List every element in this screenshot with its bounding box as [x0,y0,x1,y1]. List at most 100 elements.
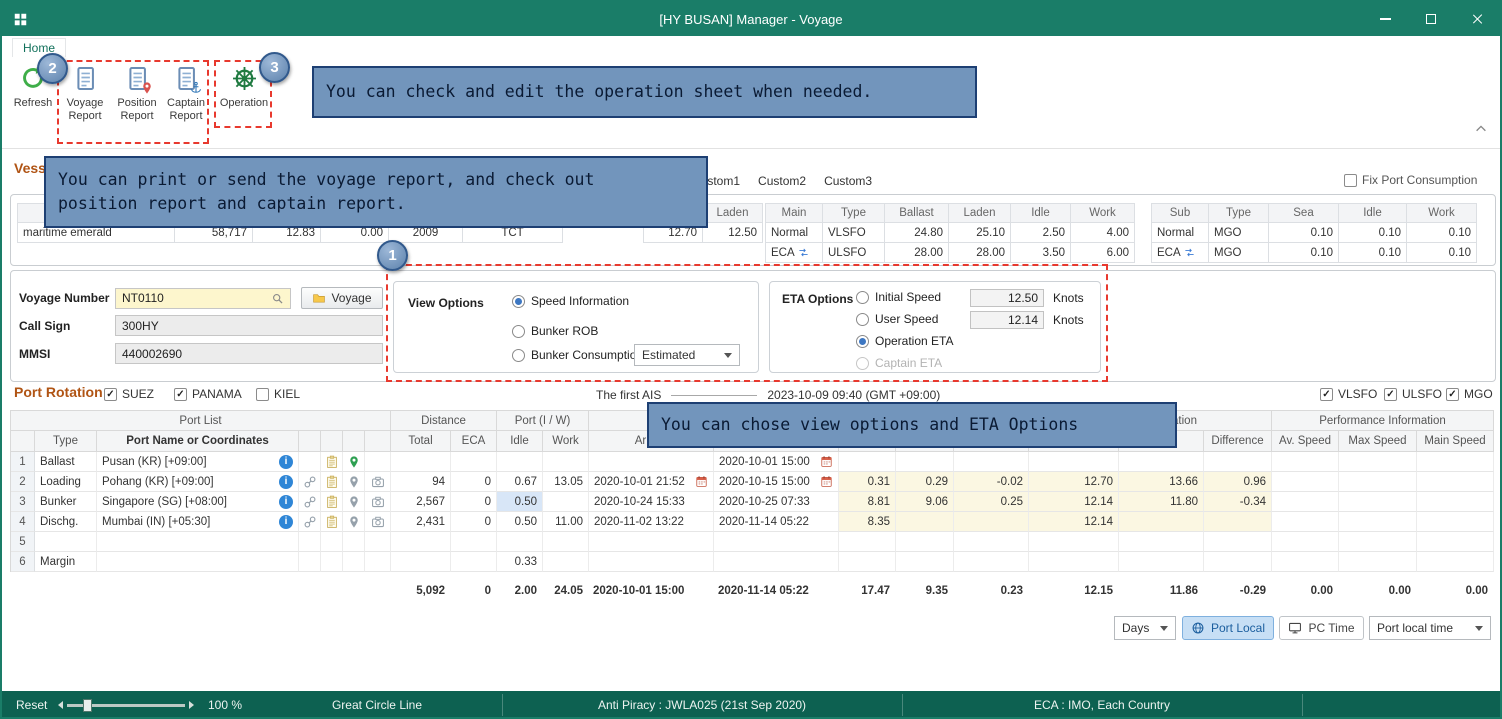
mmsi-input[interactable]: 440002690 [115,343,383,364]
ais-label: The first AIS [596,388,661,402]
monitor-icon [1288,621,1302,635]
calendar-icon[interactable] [820,475,833,488]
totals-row: 5,092 0 2.00 24.05 2020-10-01 15:00 2020… [10,580,1494,602]
callout-badge-2: 2 [37,53,68,84]
ribbon-divider [2,148,1500,149]
row-number: 1 [11,452,35,472]
calendar-icon[interactable] [695,475,708,488]
row-number: 2 [11,472,35,492]
voyage-number-input[interactable]: NT0110 [115,288,291,309]
pin-icon[interactable] [343,452,365,472]
work-cell [543,492,589,512]
mmsi-label: MMSI [19,347,115,361]
port-name-cell[interactable]: Singapore (SG) [+08:00] [97,492,299,512]
minimize-button[interactable] [1362,2,1408,36]
mgo-checkbox[interactable]: MGO [1446,387,1493,401]
status-anti-piracy: Anti Piracy : JWLA025 (21st Sep 2020) [502,691,902,719]
maximize-button[interactable] [1408,2,1454,36]
vlsfo-checkbox[interactable]: VLSFO [1320,387,1377,401]
type-cell: Ballast [35,452,97,472]
departure-cell[interactable]: 2020-10-25 07:33 [714,492,839,512]
port-name-cell[interactable]: Pusan (KR) [+09:00] [97,452,299,472]
port-row-5[interactable]: 5 [11,532,1494,552]
idle-cell: 0.67 [497,472,543,492]
row-number: 6 [11,552,35,572]
port-row-3[interactable]: 3 Bunker Singapore (SG) [+08:00] 2,567 0… [11,492,1494,512]
link-icon[interactable] [299,512,321,532]
note-icon[interactable] [321,512,343,532]
pin-icon[interactable] [343,492,365,512]
note-icon[interactable] [321,492,343,512]
port-local-button[interactable]: Port Local [1182,616,1274,640]
tooltip-operation: You can check and edit the operation she… [312,66,977,118]
pc-time-button[interactable]: PC Time [1279,616,1364,640]
ulsfo-checkbox[interactable]: ULSFO [1384,387,1442,401]
stat-cell: 0.25 [954,492,1029,512]
sub-consumption-table: SubTypeSeaIdleWork NormalMGO0.100.100.10… [1151,203,1477,263]
tab-custom3[interactable]: Custom3 [824,174,872,188]
stat-cell [954,512,1029,532]
callout-box-options [386,264,1108,382]
departure-cell[interactable]: 2020-10-15 15:00 [714,472,839,492]
total-idle: 2.00 [496,580,542,602]
slider-handle[interactable] [83,699,92,712]
arrival-cell[interactable]: 2020-11-02 13:22 [589,512,714,532]
slider-right-arrow[interactable] [189,701,194,709]
close-button[interactable] [1454,2,1500,36]
port-row-2[interactable]: 2 Loading Pohang (KR) [+09:00] 94 0 0.67… [11,472,1494,492]
link-icon[interactable] [299,472,321,492]
days-dropdown[interactable]: Days [1114,616,1176,640]
panama-checkbox[interactable]: PANAMA [174,387,242,401]
total-max-speed: 0.00 [1338,580,1416,602]
note-icon[interactable] [321,472,343,492]
eca-icon [1184,247,1195,258]
total-difference: -0.29 [1203,580,1271,602]
arrival-cell[interactable]: 2020-10-24 15:33 [589,492,714,512]
port-name-cell[interactable]: Mumbai (IN) [+05:30] [97,512,299,532]
chevron-down-icon [1475,626,1483,631]
window-title: [HY BUSAN] Manager - Voyage [2,12,1500,27]
departure-cell[interactable]: 2020-10-01 15:00 [714,452,839,472]
row-number: 5 [11,532,35,552]
ais-time: 2023-10-09 09:40 (GMT +09:00) [767,388,940,402]
camera-icon[interactable] [365,512,391,532]
laden-header: Laden [703,203,763,223]
voyage-button[interactable]: Voyage [301,287,383,309]
port-row-1[interactable]: 1 Ballast Pusan (KR) [+09:00] 2020-10-01… [11,452,1494,472]
slider-track[interactable] [67,704,185,707]
total-av-speed: 0.00 [1271,580,1338,602]
eca-cell: 0 [451,472,497,492]
arrival-cell[interactable]: 2020-10-01 21:52 [589,472,714,492]
port-row-4[interactable]: 4 Dischg. Mumbai (IN) [+05:30] 2,431 0 0… [11,512,1494,532]
camera-icon[interactable] [365,472,391,492]
total-cell: 2,567 [391,492,451,512]
call-sign-input[interactable]: 300HY [115,315,383,336]
pin-icon[interactable] [343,512,365,532]
departure-cell[interactable]: 2020-11-14 05:22 [714,512,839,532]
work-cell: 13.05 [543,472,589,492]
search-icon[interactable] [271,292,284,305]
calendar-icon[interactable] [820,455,833,468]
suez-checkbox[interactable]: SUEZ [104,387,154,401]
pin-icon[interactable] [343,472,365,492]
laden-speed: 12.50 [703,223,763,243]
collapse-ribbon-icon[interactable] [1474,122,1488,136]
tab-custom2[interactable]: Custom2 [758,174,806,188]
info-icon[interactable] [279,455,293,469]
kiel-checkbox[interactable]: KIEL [256,387,300,401]
port-name-cell[interactable]: Pohang (KR) [+09:00] [97,472,299,492]
port-row-6[interactable]: 6 Margin 0.33 [11,552,1494,572]
reset-button[interactable]: Reset [16,691,47,719]
camera-icon[interactable] [365,492,391,512]
zoom-slider[interactable] [58,691,194,719]
info-icon[interactable] [279,495,293,509]
note-icon[interactable] [321,452,343,472]
link-icon[interactable] [299,492,321,512]
port-local-time-dropdown[interactable]: Port local time [1369,616,1491,640]
info-icon[interactable] [279,515,293,529]
app-icon [12,11,29,28]
fix-port-consumption-checkbox[interactable]: Fix Port Consumption [1344,173,1477,187]
tooltip-reports: You can print or send the voyage report,… [44,156,708,228]
slider-left-arrow[interactable] [58,701,63,709]
info-icon[interactable] [279,475,293,489]
